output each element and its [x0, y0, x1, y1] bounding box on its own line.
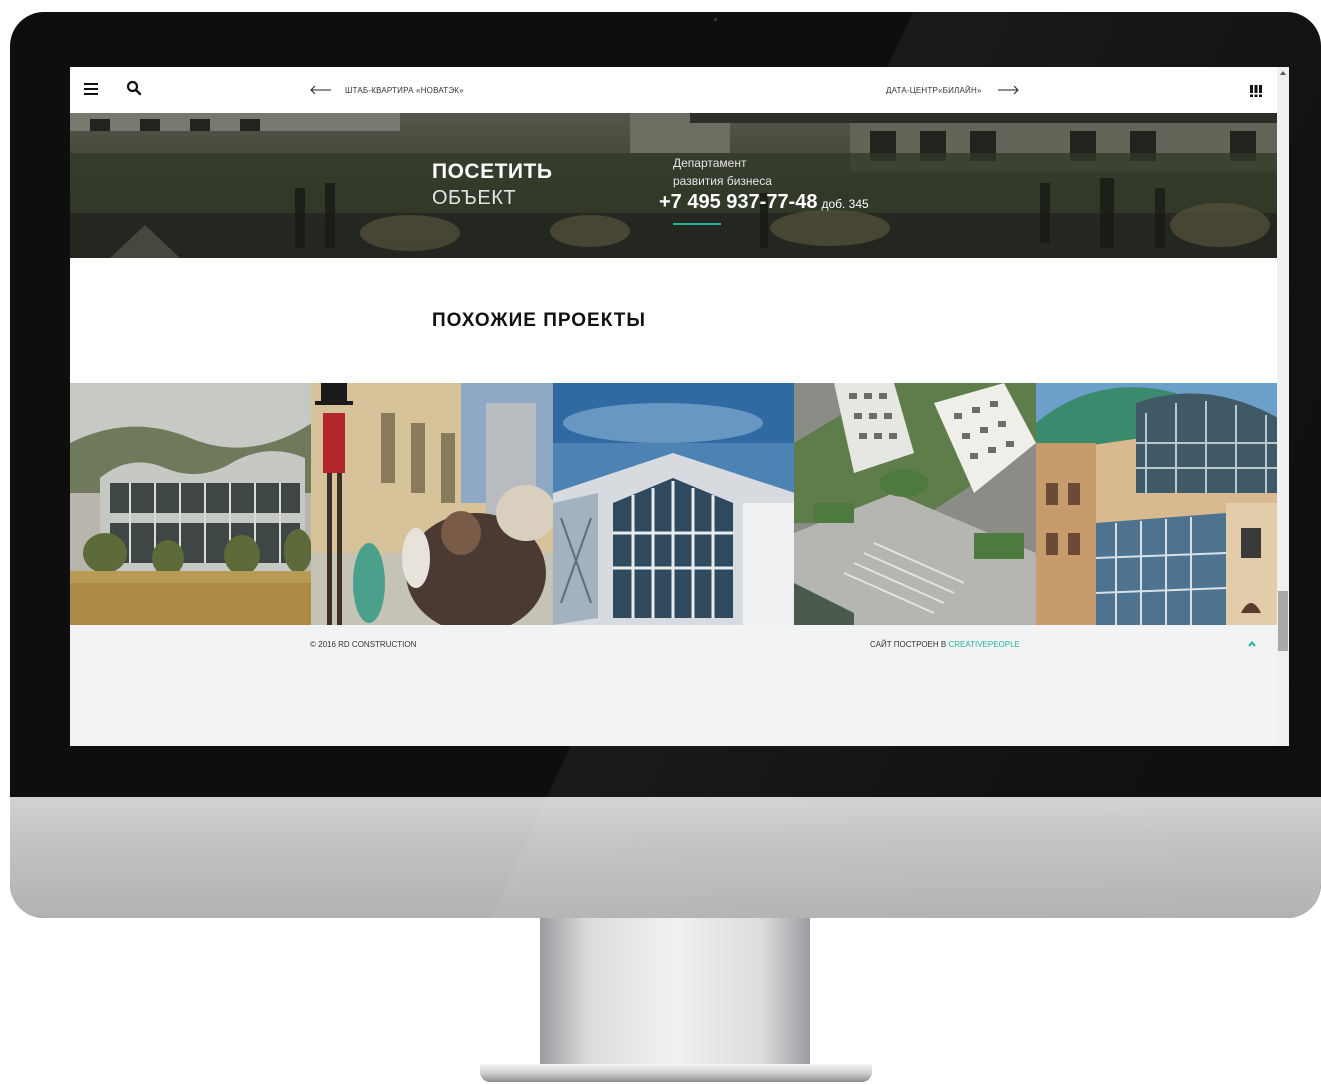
search-icon[interactable] — [126, 80, 142, 96]
phone-underline — [673, 223, 721, 225]
chevron-up-icon[interactable] — [1246, 639, 1258, 649]
scroll-up-arrow-icon[interactable] — [1280, 71, 1286, 75]
similar-projects-title: ПОХОЖИЕ ПРОЕКТЫ — [432, 310, 647, 331]
contact-phone[interactable]: +7 495 937-77-48 доб. 345 — [659, 191, 869, 214]
page-scrollbar[interactable] — [1277, 67, 1289, 746]
top-navigation-bar: ШТАБ-КВАРТИРА «НОВАТЭК» ДАТА-ЦЕНТР«БИЛАЙ… — [70, 67, 1277, 113]
menu-icon[interactable] — [84, 83, 98, 95]
grid-icon[interactable] — [1250, 85, 1262, 97]
arrow-right-icon — [997, 85, 1019, 95]
site-credit: САЙТ ПОСТРОЕН В CREATIVEPEOPLE — [870, 640, 1020, 649]
department-label: Департамент — [673, 156, 747, 170]
arrow-left-icon — [310, 85, 331, 95]
project-card-2[interactable] — [311, 383, 553, 625]
visit-object-banner: ПОСЕТИТЬ ОБЪЕКТ Департамент развития биз… — [70, 113, 1277, 258]
monitor-chin — [10, 797, 1321, 918]
project-image-5 — [1035, 383, 1277, 625]
project-card-4[interactable] — [794, 383, 1036, 625]
next-project-label: ДАТА-ЦЕНТР«БИЛАЙН» — [886, 85, 982, 95]
project-image-4 — [794, 383, 1036, 625]
next-project-link[interactable]: ДАТА-ЦЕНТР«БИЛАЙН» — [886, 83, 1019, 97]
creativepeople-link[interactable]: CREATIVEPEOPLE — [948, 640, 1019, 649]
project-image-3 — [552, 383, 795, 625]
copyright-text: © 2016 RD CONSTRUCTION — [310, 640, 417, 649]
project-card-1[interactable] — [70, 383, 312, 625]
camera-dot — [714, 18, 717, 21]
website-screen: ШТАБ-КВАРТИРА «НОВАТЭК» ДАТА-ЦЕНТР«БИЛАЙ… — [70, 67, 1289, 746]
project-card-5[interactable] — [1035, 383, 1277, 625]
footer: © 2016 RD CONSTRUCTION САЙТ ПОСТРОЕН В C… — [70, 625, 1277, 746]
project-image-1 — [70, 383, 312, 625]
visit-title-bold: ПОСЕТИТЬ — [432, 160, 553, 183]
prev-project-label: ШТАБ-КВАРТИРА «НОВАТЭК» — [345, 85, 464, 95]
prev-project-link[interactable]: ШТАБ-КВАРТИРА «НОВАТЭК» — [310, 83, 464, 97]
monitor-stand — [540, 918, 810, 1068]
visit-title-light: ОБЪЕКТ — [432, 187, 517, 209]
phone-number[interactable]: +7 495 937-77-48 — [659, 191, 817, 213]
phone-extension: доб. 345 — [821, 197, 869, 211]
project-card-3[interactable] — [552, 383, 795, 625]
monitor-stand-foot — [480, 1064, 872, 1082]
similar-projects-gallery — [70, 383, 1277, 625]
site-credit-prefix: САЙТ ПОСТРОЕН В — [870, 640, 949, 649]
scroll-thumb[interactable] — [1278, 591, 1288, 651]
project-image-2 — [311, 383, 553, 625]
department-label-2: развития бизнеса — [673, 174, 772, 188]
